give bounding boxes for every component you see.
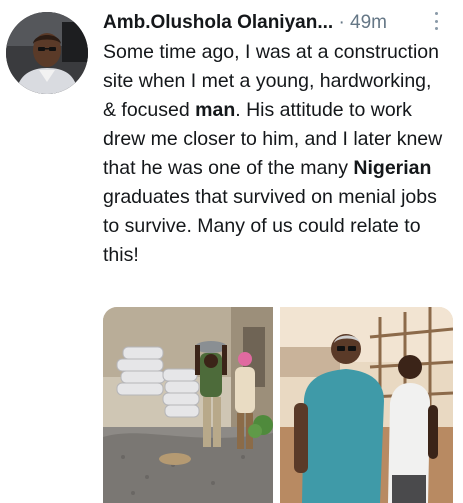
more-vertical-icon[interactable]	[429, 10, 443, 32]
separator-dot: ·	[338, 12, 345, 33]
tweet-header: Amb.Olushola Olaniyan... · 49m	[103, 12, 433, 34]
tweet-text-part: graduates that survived on menial jobs t…	[103, 186, 437, 266]
author-name[interactable]: Amb.Olushola Olaniyan...	[103, 12, 333, 33]
media-grid	[103, 307, 453, 503]
photo-two-men[interactable]	[280, 307, 453, 503]
timestamp[interactable]: 49m	[350, 12, 387, 33]
avatar[interactable]	[6, 12, 88, 94]
photo-construction-site[interactable]	[103, 307, 273, 503]
tweet-text-bold: man	[195, 99, 236, 121]
tweet-text-bold: Nigerian	[353, 157, 432, 179]
tweet-text: Some time ago, I was at a construction s…	[103, 38, 443, 270]
